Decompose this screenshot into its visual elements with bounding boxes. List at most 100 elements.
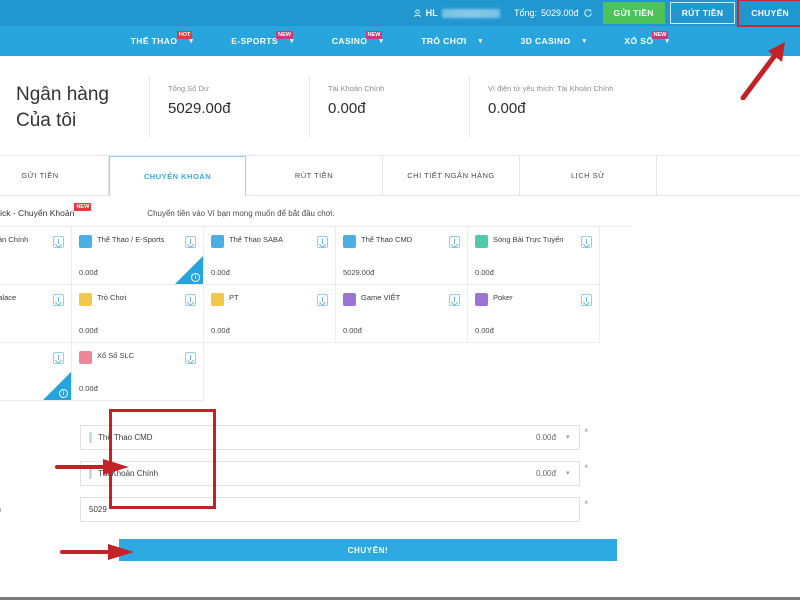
wallet-transfer-in-icon[interactable] — [581, 294, 592, 306]
nav-label: CASINO NEW — [331, 31, 383, 46]
chevron-down-icon: ▾ — [379, 38, 384, 45]
wallet-card-game-viet[interactable]: Game VIỆT 0.00đ — [336, 285, 468, 343]
user-info[interactable]: HL — [413, 8, 500, 18]
wallet-icon-the-thao-esports — [79, 235, 92, 248]
wallet-card-xo-so[interactable]: Xổ Số i — [0, 343, 72, 401]
amount-value: 5029 — [89, 504, 107, 514]
tab-rut-tien[interactable]: RÚT TIỀN — [246, 156, 383, 195]
nav-label: 3D CASINO — [520, 36, 571, 46]
one-click-transfer-header: 1 Click - Chuyển Khoản NEW Chuyển tiền v… — [0, 196, 800, 226]
tab-lich-su[interactable]: LỊCH SỬ — [520, 156, 657, 195]
nav-item-xo-so[interactable]: XỔ SỐ NEW ▾ — [605, 31, 688, 46]
wallet-card-pt[interactable]: PT 0.00đ — [204, 285, 336, 343]
form-field-to-account: Tài Khoản Chính 0.00đ ▾ * — [80, 460, 588, 486]
from-account-select[interactable]: Thể Thao CMD 0.00đ ▾ — [80, 424, 581, 450]
nav-item-tro-choi[interactable]: TRÒ CHƠI ▾ — [402, 36, 501, 46]
wallet-name: Poker — [493, 293, 513, 302]
wallet-name: Sòng Bài Trực Tuyến — [493, 235, 564, 244]
one-click-description: Chuyển tiền vào Ví bạn mong muốn để bắt … — [147, 208, 335, 218]
summary-total-balance: Tổng Số Dư 5029.00đ — [150, 76, 310, 138]
wallet-transfer-in-icon[interactable] — [185, 236, 196, 248]
one-click-title: 1 Click - Chuyển Khoản NEW — [0, 203, 92, 218]
wallet-transfer-in-icon[interactable] — [317, 294, 328, 306]
from-account-balance: 0.00đ — [535, 432, 556, 442]
wallet-amount: 0.00đ — [79, 384, 98, 393]
wallet-transfer-in-icon[interactable] — [185, 294, 196, 306]
wallet-card-xo-so-slc[interactable]: Xổ Số SLC 0.00đ — [72, 343, 204, 401]
wallet-transfer-in-icon[interactable] — [449, 236, 460, 248]
withdraw-button[interactable]: RÚT TIỀN — [669, 2, 736, 24]
nav-item-the-thao[interactable]: THỂ THAO HOT ▾ — [112, 31, 213, 46]
wallet-card-top: Sòng Bài Trực Tuyến — [475, 235, 592, 248]
nav-item-casino[interactable]: CASINO NEW ▾ — [313, 31, 402, 46]
wallet-name: Thể Thao SABA — [229, 235, 284, 244]
refresh-icon[interactable] — [583, 8, 593, 18]
tab-chuyen-khoan[interactable]: CHUYỂN KHOẢN — [109, 156, 246, 196]
form-row-from-account: Chuyển Khoản Thể Thao CMD 0.00đ ▾ * — [0, 419, 800, 455]
wallet-icon-poker — [475, 293, 488, 306]
transfer-form: Chuyển Khoản Thể Thao CMD 0.00đ ▾ * Nhận… — [0, 401, 800, 567]
main-navigation: THỂ THAO HOT ▾ E-SPORTS NEW ▾ CASINO NEW… — [0, 26, 800, 56]
wallet-transfer-in-icon[interactable] — [317, 236, 328, 248]
wallet-card-song-bai-truc-tuyen[interactable]: Sòng Bài Trực Tuyến 0.00đ — [468, 227, 600, 285]
summary-value: 5029.00đ — [168, 100, 231, 117]
wallet-card-the-thao-cmd[interactable]: Thể Thao CMD 5029.00đ — [336, 227, 468, 285]
wallet-transfer-in-icon[interactable] — [185, 352, 196, 364]
chevron-down-icon[interactable]: ▾ — [566, 469, 570, 477]
form-label-from-account: Chuyển Khoản — [0, 433, 80, 442]
amount-input[interactable]: 5029 — [80, 496, 581, 522]
wallet-name: Game VIỆT — [361, 293, 401, 302]
wallet-card-top: Trò Chơi — [79, 293, 196, 306]
submit-transfer-button[interactable]: CHUYỂN! — [119, 539, 617, 561]
chevron-down-icon: ▾ — [289, 38, 294, 45]
nav-label: TRÒ CHƠI — [421, 36, 467, 46]
username-masked — [441, 8, 500, 18]
wallet-card-poker[interactable]: Poker 0.00đ — [468, 285, 600, 343]
wallet-amount: 0.00đ — [79, 268, 98, 277]
chevron-down-icon: ▾ — [582, 38, 587, 45]
summary-label: Tài Khoản Chính — [328, 84, 385, 93]
wallet-transfer-in-icon[interactable] — [53, 236, 64, 248]
wallet-card-top: Thể Thao / E-Sports — [79, 235, 196, 248]
wallet-card-the-thao-saba[interactable]: Thể Thao SABA 0.00đ — [204, 227, 336, 285]
total-balance-label: Tổng: — [513, 8, 537, 18]
form-label-to-account: Nhận Khoản — [0, 469, 80, 478]
wallet-card-the-thao-esports[interactable]: Thể Thao / E-Sports 0.00đ i — [72, 227, 204, 285]
wallet-transfer-in-icon[interactable] — [53, 294, 64, 306]
nav-item-esports[interactable]: E-SPORTS NEW ▾ — [212, 31, 313, 46]
bank-transfer-page: HL Tổng: 5029.00đ GỬI TIỀN RÚT TIỀN CHUY… — [0, 0, 800, 600]
user-icon — [413, 8, 422, 18]
wallet-transfer-in-icon[interactable] — [581, 236, 592, 248]
wallet-card-tai-khoan-chinh[interactable]: Tài Khoản Chính — [0, 227, 72, 285]
wallet-amount: 5029.00đ — [343, 268, 375, 277]
wallet-transfer-in-icon[interactable] — [449, 294, 460, 306]
wallet-transfer-in-icon[interactable] — [53, 352, 64, 364]
wallet-card-top: Poker — [475, 293, 592, 306]
tab-chi-tiet-ngan-hang[interactable]: CHI TIẾT NGÂN HÀNG — [383, 156, 520, 195]
wallet-icon-the-thao-cmd — [343, 235, 356, 248]
total-balance: Tổng: 5029.00đ — [514, 8, 593, 18]
wallet-card-tro-choi[interactable]: Trò Chơi 0.00đ — [72, 285, 204, 343]
wallet-card-top: Thể Thao CMD — [343, 235, 460, 248]
page-title-line2: Của tôi — [16, 109, 77, 131]
page-title: Ngân hàng Của tôi — [0, 76, 150, 138]
chevron-down-icon[interactable]: ▾ — [566, 433, 570, 441]
info-icon[interactable]: i — [59, 389, 68, 398]
wallet-card-top: PT — [211, 293, 328, 306]
chevron-down-icon: ▾ — [189, 38, 194, 45]
wallet-card-top: Thể Thao SABA — [211, 235, 328, 248]
wallet-card-top: Xổ Số SLC — [79, 351, 196, 364]
nav-item-3d-casino[interactable]: 3D CASINO ▾ — [502, 36, 606, 46]
deposit-button[interactable]: GỬI TIỀN — [602, 2, 665, 24]
to-account-select[interactable]: Tài Khoản Chính 0.00đ ▾ — [80, 460, 581, 486]
to-account-value: Tài Khoản Chính — [98, 468, 159, 478]
wallet-name: Trò Chơi — [97, 293, 127, 302]
tab-gui-tien[interactable]: GỬI TIỀN — [0, 156, 109, 195]
wallet-card-royal-palace[interactable]: Royal Palace — [0, 285, 72, 343]
wallet-name: Xổ Số SLC — [97, 351, 135, 360]
transfer-button[interactable]: CHUYỂN — [740, 2, 800, 24]
username-label: HL — [425, 8, 438, 18]
info-icon[interactable]: i — [191, 273, 200, 282]
wallet-icon-the-thao-saba — [211, 235, 224, 248]
wallet-name: Thể Thao CMD — [361, 235, 413, 244]
